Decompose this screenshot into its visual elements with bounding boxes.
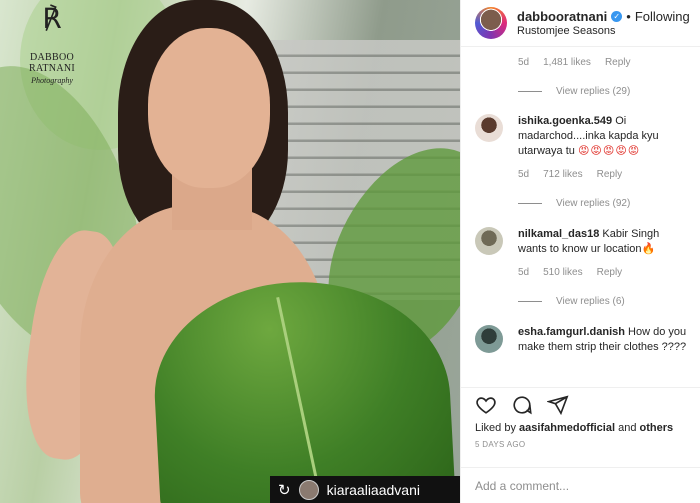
verified-badge-icon: ✓ xyxy=(611,11,623,22)
comment-time: 5d xyxy=(518,169,530,180)
tagged-user-avatar xyxy=(298,479,319,500)
post-timestamp[interactable]: 5 DAYS AGO xyxy=(461,440,700,449)
share-icon[interactable] xyxy=(547,394,569,416)
header-separator: • xyxy=(626,9,631,24)
liked-and: and xyxy=(618,422,637,434)
comment-likes[interactable]: 1,481 likes xyxy=(543,57,591,68)
tagged-username[interactable]: kiaraaliaadvani xyxy=(327,482,420,498)
watermark-name: DABBOO RATNANI xyxy=(29,52,75,74)
post-side-panel: dabbooratnani ✓ • Following Rustomjee Se… xyxy=(460,0,700,503)
commenter-avatar[interactable] xyxy=(475,325,503,353)
post-location[interactable]: Rustomjee Seasons xyxy=(517,25,690,37)
commenter-username[interactable]: ishika.goenka.549 xyxy=(518,115,612,127)
heart-icon[interactable] xyxy=(475,394,497,416)
replies-dash xyxy=(518,91,542,92)
reply-button[interactable]: Reply xyxy=(605,57,631,68)
liked-prefix: Liked by xyxy=(475,422,516,434)
comment-meta: 5d 510 likes Reply xyxy=(461,267,700,278)
watermark-monogram: ℟ xyxy=(42,2,62,35)
comment-time: 5d xyxy=(518,267,530,278)
liked-others-link[interactable]: others xyxy=(640,422,674,434)
following-button[interactable]: Following xyxy=(635,9,690,24)
liked-by-line: Liked by aasifahmedofficial and others xyxy=(461,422,700,434)
repost-tag[interactable]: ↻ kiaraaliaadvani xyxy=(270,476,460,503)
post-photo[interactable]: ℟ DABBOO RATNANI Photography ↻ kiaraalia… xyxy=(0,0,460,503)
comment-item: nilkamal_das18 Kabir Singh wants to know… xyxy=(461,227,700,257)
view-replies-button[interactable]: View replies (92) xyxy=(461,198,700,209)
post-actions: Liked by aasifahmedofficial and others 5… xyxy=(461,387,700,449)
view-replies-label[interactable]: View replies (29) xyxy=(556,86,630,97)
liked-by-user[interactable]: aasifahmedofficial xyxy=(519,422,615,434)
post-header: dabbooratnani ✓ • Following Rustomjee Se… xyxy=(461,0,700,47)
comment-likes[interactable]: 712 likes xyxy=(543,169,582,180)
photographer-watermark: ℟ DABBOO RATNANI Photography xyxy=(6,2,98,86)
comment-likes[interactable]: 510 likes xyxy=(543,267,582,278)
view-replies-button[interactable]: View replies (6) xyxy=(461,296,700,307)
add-comment-input[interactable]: Add a comment... xyxy=(461,467,700,503)
comment-item: esha.famgurl.danish How do you make them… xyxy=(461,325,700,355)
commenter-username[interactable]: nilkamal_das18 xyxy=(518,228,599,240)
comment-meta: 5d 712 likes Reply xyxy=(461,169,700,180)
watermark-subtitle: Photography xyxy=(31,76,73,85)
commenter-avatar[interactable] xyxy=(475,227,503,255)
author-avatar[interactable] xyxy=(475,7,507,39)
comment-emoji: 😡😡😡😡😡 xyxy=(577,145,641,157)
comment-item: ishika.goenka.549 Oi madarchod....inka k… xyxy=(461,114,700,159)
view-replies-label[interactable]: View replies (6) xyxy=(556,296,625,307)
author-username[interactable]: dabbooratnani xyxy=(517,9,607,24)
reply-button[interactable]: Reply xyxy=(597,169,623,180)
commenter-username[interactable]: esha.famgurl.danish xyxy=(518,326,625,338)
replies-dash xyxy=(518,301,542,302)
reply-button[interactable]: Reply xyxy=(597,267,623,278)
repost-icon: ↻ xyxy=(278,481,291,499)
comment-time: 5d xyxy=(518,57,530,68)
model-face xyxy=(148,28,270,188)
view-replies-button[interactable]: View replies (29) xyxy=(461,86,700,97)
comment-meta: 5d 1,481 likes Reply xyxy=(461,57,700,68)
commenter-avatar[interactable] xyxy=(475,114,503,142)
comment-icon[interactable] xyxy=(511,394,533,416)
comments-list[interactable]: 5d 1,481 likes Reply View replies (29) i… xyxy=(461,47,700,377)
comment-emoji: 🔥 xyxy=(641,243,656,255)
replies-dash xyxy=(518,203,542,204)
view-replies-label[interactable]: View replies (92) xyxy=(556,198,630,209)
